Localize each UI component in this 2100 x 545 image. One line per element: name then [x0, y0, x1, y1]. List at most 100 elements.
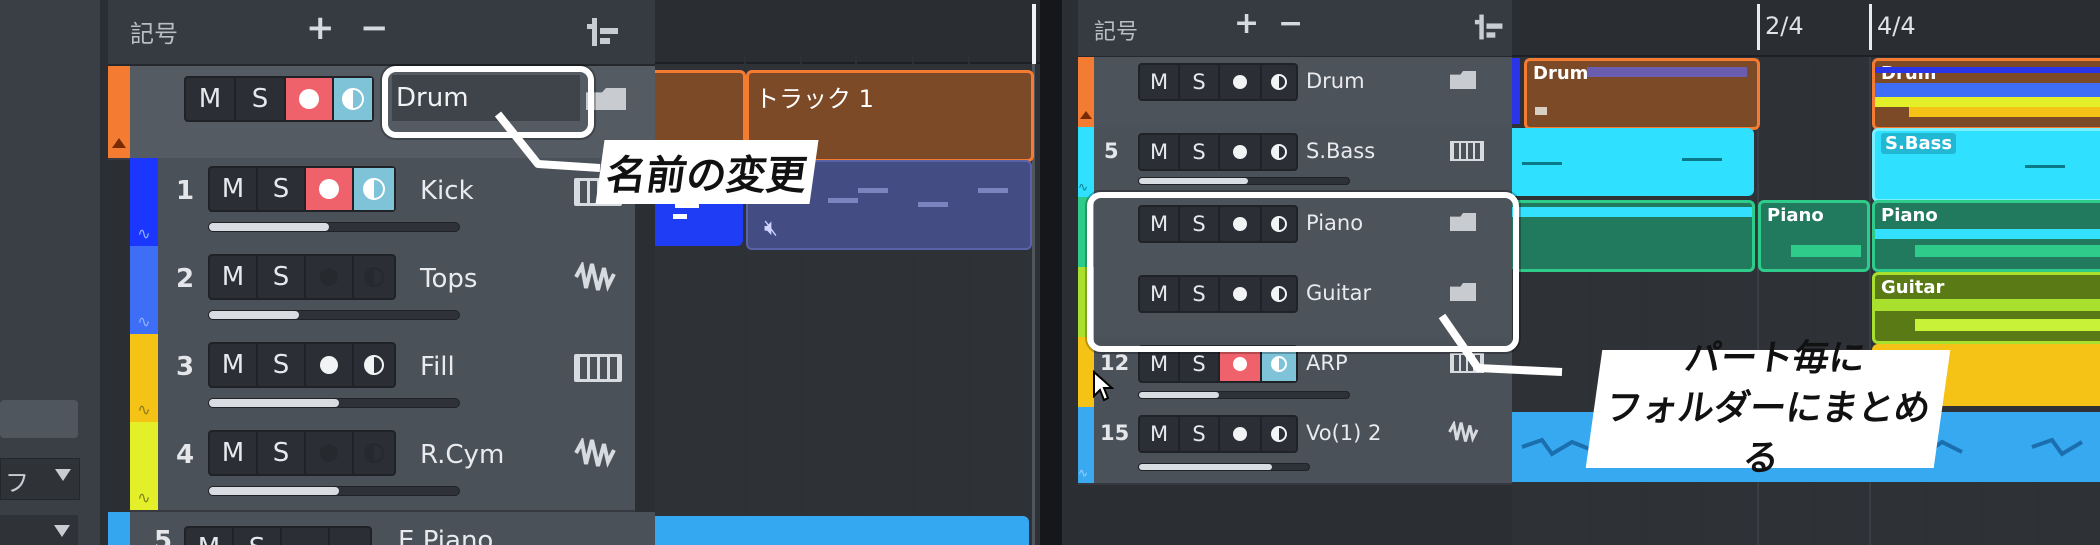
automation-icon[interactable]: ∿ [1078, 466, 1094, 482]
mute-button[interactable]: M [1140, 417, 1180, 451]
piano-clip-1[interactable] [1512, 200, 1755, 272]
add-track-button[interactable]: + [306, 8, 335, 48]
solo-button[interactable]: S [258, 344, 306, 386]
track-controls: M S [1138, 415, 1298, 453]
timeline-ruler[interactable] [1512, 0, 2100, 57]
solo-button[interactable]: S [258, 168, 306, 210]
monitor-button[interactable] [1262, 347, 1296, 381]
mute-button[interactable]: M [210, 256, 258, 298]
record-button[interactable] [306, 168, 354, 210]
track-row-2[interactable]: 2 M S Tops [130, 246, 635, 336]
record-button[interactable] [1220, 347, 1262, 381]
drum-clip-3[interactable]: Drum [1872, 58, 2100, 130]
track-row-5[interactable]: 5 M S E.Piano [108, 512, 655, 545]
track-options-icon[interactable] [1474, 12, 1506, 42]
guitar-clip[interactable]: Guitar [1872, 272, 2100, 344]
volume-fader[interactable] [208, 222, 460, 232]
solo-button[interactable]: S [258, 432, 306, 474]
volume-fader[interactable] [1138, 177, 1350, 185]
automation-icon[interactable]: ∿ [130, 400, 158, 422]
sbass-clip-2[interactable]: S.Bass [1872, 128, 2100, 202]
inspector-field[interactable] [0, 400, 78, 438]
monitor-button[interactable] [1262, 65, 1296, 99]
track-name[interactable]: Tops [420, 264, 477, 294]
record-button[interactable] [306, 256, 354, 298]
rename-annotation: 名前の変更 [595, 140, 819, 204]
track-name[interactable]: Vo(1) 2 [1306, 421, 1381, 445]
monitor-button[interactable] [330, 528, 370, 545]
solo-button[interactable]: S [1180, 65, 1220, 99]
track5-clip[interactable] [655, 516, 1029, 545]
inspector-dropdown-2[interactable] [0, 515, 78, 545]
folder-collapse-icon[interactable] [112, 138, 126, 148]
record-icon [319, 179, 339, 199]
drum-clip-2[interactable]: Drum [1524, 58, 1760, 130]
record-button[interactable] [306, 432, 354, 474]
piano-clip-3[interactable]: Piano [1872, 200, 2100, 272]
track-row-4[interactable]: 4 M S R.Cym [130, 422, 635, 512]
automation-icon[interactable]: ∿ [130, 312, 158, 334]
record-button[interactable] [306, 344, 354, 386]
automation-icon[interactable]: ∿ [130, 488, 158, 510]
piano-clip-2[interactable]: Piano [1758, 200, 1870, 272]
folder-collapse-icon[interactable] [1080, 111, 1092, 119]
track-number: 5 [1104, 139, 1119, 163]
remove-track-button[interactable]: − [360, 8, 389, 48]
mute-button[interactable]: M [186, 78, 236, 120]
track-name[interactable]: Fill [420, 352, 455, 382]
track-name[interactable]: Drum [1306, 69, 1365, 93]
solo-button[interactable]: S [258, 256, 306, 298]
mute-button[interactable]: M [1140, 347, 1180, 381]
volume-fader[interactable] [1138, 463, 1310, 471]
remove-track-button[interactable]: − [1278, 6, 1303, 41]
monitor-button[interactable] [354, 432, 394, 474]
volume-fader[interactable] [208, 486, 460, 496]
mute-button[interactable]: M [210, 432, 258, 474]
monitor-button[interactable] [354, 256, 394, 298]
drum-clip-1[interactable] [1512, 58, 1520, 124]
record-button[interactable] [1220, 65, 1262, 99]
track-name[interactable]: Kick [420, 176, 474, 206]
record-button[interactable] [282, 528, 330, 545]
volume-fader[interactable] [1138, 391, 1350, 399]
record-button[interactable] [1220, 135, 1262, 169]
monitor-button[interactable] [1262, 135, 1296, 169]
track-name[interactable]: ARP [1306, 351, 1348, 375]
monitor-button[interactable] [334, 78, 372, 120]
monitor-icon [1271, 356, 1287, 372]
track-name[interactable]: E.Piano [398, 526, 493, 545]
automation-icon[interactable]: ∿ [1078, 180, 1094, 196]
record-button[interactable] [286, 78, 334, 120]
volume-fader[interactable] [208, 398, 460, 408]
track-options-icon[interactable] [586, 16, 622, 48]
track-number: 1 [176, 176, 195, 206]
monitor-button[interactable] [354, 344, 394, 386]
solo-button[interactable]: S [1180, 417, 1220, 451]
mute-button[interactable]: M [210, 344, 258, 386]
folder-track-drum[interactable]: M S Drum [1078, 57, 1512, 129]
monitor-button[interactable] [354, 168, 394, 210]
sbass-clip-1[interactable] [1512, 128, 1754, 196]
record-button[interactable] [1220, 417, 1262, 451]
mute-button[interactable]: M [186, 528, 234, 545]
monitor-button[interactable] [1262, 417, 1296, 451]
solo-button[interactable]: S [234, 528, 282, 545]
track-row-3[interactable]: 3 M S Fill [130, 334, 635, 424]
track-name[interactable]: R.Cym [420, 440, 504, 470]
timeline-ruler[interactable] [655, 0, 1040, 64]
mute-button[interactable]: M [1140, 135, 1180, 169]
mute-button[interactable]: M [210, 168, 258, 210]
solo-button[interactable]: S [236, 78, 286, 120]
mute-button[interactable]: M [1140, 65, 1180, 99]
track-name[interactable]: S.Bass [1306, 139, 1375, 163]
add-track-button[interactable]: + [1234, 6, 1259, 41]
track-row-sbass[interactable]: 5 M S S.Bass [1078, 127, 1512, 199]
record-icon [320, 444, 338, 462]
inspector-dropdown[interactable]: フ [0, 458, 80, 500]
solo-button[interactable]: S [1180, 347, 1220, 381]
playhead[interactable] [1032, 4, 1036, 64]
automation-icon[interactable]: ∿ [130, 224, 158, 246]
solo-button[interactable]: S [1180, 135, 1220, 169]
track-row-vocal[interactable]: 15 M S Vo(1) 2 [1078, 407, 1512, 485]
volume-fader[interactable] [208, 310, 460, 320]
